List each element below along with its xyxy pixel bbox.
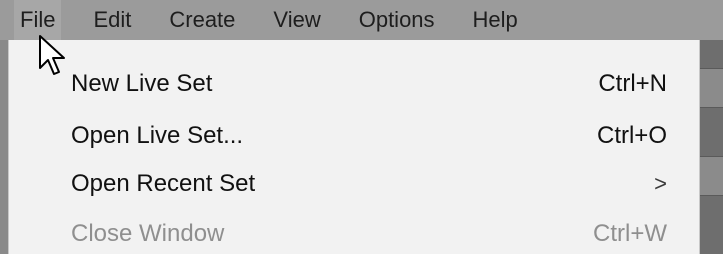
menu-item-shortcut: Ctrl+W	[593, 220, 667, 247]
menu-item-shortcut: Ctrl+N	[598, 70, 667, 97]
background-panel-band	[700, 156, 723, 196]
menu-item-open-recent-set[interactable]: Open Recent Set >	[9, 160, 699, 208]
file-menu-dropdown: New Live Set Ctrl+N Open Live Set... Ctr…	[8, 40, 700, 254]
arrow-cursor-icon	[39, 35, 65, 75]
menu-create[interactable]: Create	[163, 0, 241, 40]
menu-item-open-live-set[interactable]: Open Live Set... Ctrl+O	[9, 112, 699, 160]
background-panel-band	[700, 68, 723, 108]
menu-view[interactable]: View	[267, 0, 326, 40]
menu-help[interactable]: Help	[467, 0, 524, 40]
chevron-right-icon: >	[654, 171, 667, 196]
menu-item-shortcut: Ctrl+O	[596, 122, 667, 149]
menu-item-new-live-set[interactable]: New Live Set Ctrl+N	[9, 60, 699, 108]
menu-options[interactable]: Options	[353, 0, 441, 40]
menu-item-label: Open Recent Set	[71, 170, 256, 197]
menu-item-close-window[interactable]: Close Window Ctrl+W	[9, 210, 699, 254]
menu-item-label: Open Live Set...	[71, 122, 244, 149]
menu-bar: File Edit Create View Options Help	[0, 0, 723, 40]
menu-item-label: New Live Set	[71, 70, 213, 97]
background-panel-edge	[699, 40, 723, 254]
menu-item-label: Close Window	[71, 220, 225, 247]
app-window: File Edit Create View Options Help New L…	[0, 0, 723, 254]
menu-edit[interactable]: Edit	[87, 0, 137, 40]
